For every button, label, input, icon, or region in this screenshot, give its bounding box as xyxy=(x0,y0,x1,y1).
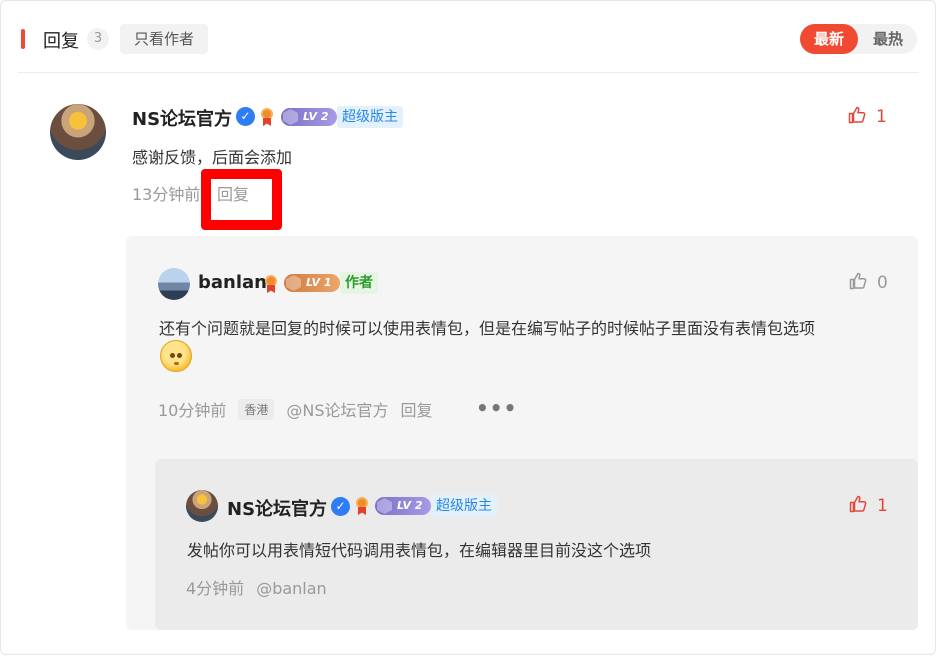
sort-hottest-button[interactable]: 最热 xyxy=(859,24,917,54)
comment-time: 13分钟前 xyxy=(132,185,201,204)
reply-time: 4分钟前 xyxy=(186,579,245,598)
author-tag: 作者 xyxy=(340,272,378,294)
reply-author-name[interactable]: NS论坛官方 xyxy=(227,495,327,521)
like-count: 1 xyxy=(876,107,887,127)
thumb-up-icon xyxy=(848,106,866,124)
reply-meta: 4分钟前 @banlan xyxy=(186,575,339,599)
sort-toggle: 最新 最热 xyxy=(800,24,917,54)
more-options-icon[interactable]: ••• xyxy=(476,396,517,420)
like-count: 0 xyxy=(877,273,888,293)
location-tag: 香港 xyxy=(238,399,275,420)
role-tag: 超级版主 xyxy=(337,106,403,128)
reply-time: 10分钟前 xyxy=(158,401,227,420)
mention-link[interactable]: @NS论坛官方 xyxy=(286,401,388,420)
comments-header: 回复 3 只看作者 最新 最热 xyxy=(19,23,917,55)
mention-link[interactable]: @banlan xyxy=(256,579,327,598)
verified-icon: ✓ xyxy=(236,107,255,126)
author-only-button[interactable]: 只看作者 xyxy=(120,24,209,54)
role-tag: 超级版主 xyxy=(431,495,497,517)
sort-newest-button[interactable]: 最新 xyxy=(800,24,858,54)
like-button[interactable]: 1 xyxy=(849,495,888,516)
like-button[interactable]: 0 xyxy=(849,272,888,293)
reply-text: 发帖你可以用表情短代码调用表情包，在编辑器里目前没这个选项 xyxy=(187,541,652,560)
medal-icon xyxy=(354,497,370,515)
medal-icon xyxy=(263,275,279,293)
header-divider xyxy=(18,72,919,73)
medal-icon xyxy=(259,108,275,126)
level-badge: LV 2 xyxy=(281,108,337,126)
section-accent-bar xyxy=(21,29,25,49)
section-title: 回复 xyxy=(43,31,79,52)
verified-icon: ✓ xyxy=(331,497,350,516)
like-count: 1 xyxy=(877,496,888,516)
reply-author-name[interactable]: banlan xyxy=(198,272,267,293)
reply-button[interactable]: 回复 xyxy=(401,401,433,420)
reply-meta: 10分钟前 香港 @NS论坛官方 回复 xyxy=(158,397,445,421)
avatar[interactable] xyxy=(50,104,106,160)
reply-count-badge: 3 xyxy=(87,28,109,50)
comment-text: 感谢反馈，后面会添加 xyxy=(132,148,293,167)
avatar[interactable] xyxy=(186,490,218,522)
highlight-box xyxy=(201,169,282,230)
reply-text: 还有个问题就是回复的时候可以使用表情包，但是在编写帖子的时候帖子里面没有表情包选… xyxy=(159,319,816,338)
like-button[interactable]: 1 xyxy=(848,106,887,127)
level-badge: LV 2 xyxy=(375,497,431,515)
avatar[interactable] xyxy=(158,268,190,300)
thumb-up-icon xyxy=(849,495,867,513)
comment-author-name[interactable]: NS论坛官方 xyxy=(132,105,232,131)
thumb-up-icon xyxy=(849,272,867,290)
smiling-face-emoji-icon xyxy=(160,340,192,372)
level-badge: LV 1 xyxy=(284,274,340,292)
